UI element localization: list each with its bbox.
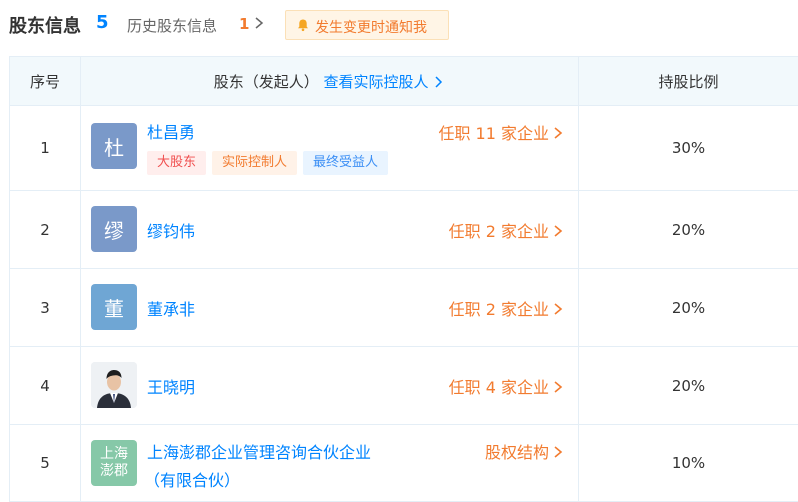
table-row: 1 杜 杜昌勇 大股东 实际控制人 最终受益人 任职 11 家企业 30% (10, 106, 798, 191)
chevron-right-icon (433, 76, 445, 88)
section-header: 股东信息 5 历史股东信息 1 发生变更时通知我 (0, 0, 798, 56)
person-photo-icon (91, 362, 137, 408)
positions-link[interactable]: 任职 2 家企业 (449, 296, 564, 320)
chevron-right-icon (552, 224, 564, 238)
chevron-right-icon (552, 445, 564, 459)
history-count[interactable]: 1 (239, 15, 249, 33)
notify-on-change-button[interactable]: 发生变更时通知我 (285, 10, 449, 40)
positions-label: 任职 2 家企业 (449, 222, 549, 241)
notify-label: 发生变更时通知我 (315, 17, 427, 37)
equity-structure-label: 股权结构 (485, 443, 549, 462)
section-title: 股东信息 (9, 12, 81, 38)
column-header-ratio: 持股比例 (579, 57, 798, 106)
share-ratio: 30% (579, 106, 798, 191)
avatar-photo[interactable] (91, 362, 137, 408)
positions-label: 任职 2 家企业 (449, 300, 549, 319)
tag-list: 大股东 实际控制人 最终受益人 (147, 151, 388, 175)
shareholder-table: 序号 股东（发起人） 查看实际控股人 持股比例 1 杜 杜昌勇 大股东 实际控制… (9, 56, 798, 502)
bell-icon (296, 18, 310, 32)
column-header-shareholder-label: 股东（发起人） (214, 73, 319, 91)
view-actual-controller-link[interactable]: 查看实际控股人 (324, 73, 446, 91)
row-index: 5 (10, 425, 81, 502)
table-row: 5 上海 澎郡 上海澎郡企业管理咨询合伙企业 （有限合伙） 股权结构 10% (10, 425, 798, 502)
table-row: 4 王晓明 任职 4 家企业 20% (10, 347, 798, 425)
column-header-shareholder: 股东（发起人） 查看实际控股人 (81, 57, 579, 106)
equity-structure-link[interactable]: 股权结构 (485, 439, 564, 463)
avatar[interactable]: 杜 (91, 123, 137, 169)
table-header-row: 序号 股东（发起人） 查看实际控股人 持股比例 (10, 57, 798, 106)
share-ratio: 20% (579, 269, 798, 347)
tag-major-shareholder: 大股东 (147, 151, 206, 175)
share-ratio: 20% (579, 347, 798, 425)
avatar-text-line2: 澎郡 (100, 463, 128, 480)
shareholder-name[interactable]: 王晓明 (147, 374, 195, 398)
chevron-right-icon (552, 126, 564, 140)
positions-link[interactable]: 任职 4 家企业 (449, 374, 564, 398)
positions-label: 任职 11 家企业 (438, 124, 549, 143)
chevron-right-icon[interactable] (252, 16, 266, 30)
table-row: 3 董 董承非 任职 2 家企业 20% (10, 269, 798, 347)
shareholder-name[interactable]: 董承非 (147, 296, 195, 320)
row-index: 4 (10, 347, 81, 425)
view-actual-controller-label: 查看实际控股人 (324, 73, 429, 91)
table-row: 2 缪 缪钧伟 任职 2 家企业 20% (10, 191, 798, 269)
positions-link[interactable]: 任职 2 家企业 (449, 218, 564, 242)
row-index: 2 (10, 191, 81, 269)
positions-link[interactable]: 任职 11 家企业 (438, 120, 564, 144)
column-header-index: 序号 (10, 57, 81, 106)
share-ratio: 10% (579, 425, 798, 502)
shareholder-name[interactable]: 杜昌勇 (147, 119, 195, 143)
shareholder-name[interactable]: 上海澎郡企业管理咨询合伙企业 (147, 439, 371, 463)
row-index: 3 (10, 269, 81, 347)
shareholder-cell: 董 董承非 任职 2 家企业 (81, 269, 579, 347)
tag-ultimate-beneficiary: 最终受益人 (303, 151, 388, 175)
tag-actual-controller: 实际控制人 (212, 151, 297, 175)
avatar[interactable]: 上海 澎郡 (91, 440, 137, 486)
shareholder-count: 5 (96, 12, 109, 33)
avatar[interactable]: 缪 (91, 206, 137, 252)
avatar-text-line1: 上海 (100, 446, 128, 463)
chevron-right-icon (552, 380, 564, 394)
shareholder-cell: 缪 缪钧伟 任职 2 家企业 (81, 191, 579, 269)
shareholder-cell: 杜 杜昌勇 大股东 实际控制人 最终受益人 任职 11 家企业 (81, 106, 579, 191)
chevron-right-icon (552, 302, 564, 316)
shareholder-name[interactable]: 缪钧伟 (147, 218, 195, 242)
row-index: 1 (10, 106, 81, 191)
shareholder-name-line2[interactable]: （有限合伙） (144, 467, 240, 491)
avatar[interactable]: 董 (91, 284, 137, 330)
history-shareholders-link[interactable]: 历史股东信息 (127, 15, 217, 36)
shareholder-cell: 王晓明 任职 4 家企业 (81, 347, 579, 425)
positions-label: 任职 4 家企业 (449, 378, 549, 397)
shareholder-cell: 上海 澎郡 上海澎郡企业管理咨询合伙企业 （有限合伙） 股权结构 (81, 425, 579, 502)
share-ratio: 20% (579, 191, 798, 269)
